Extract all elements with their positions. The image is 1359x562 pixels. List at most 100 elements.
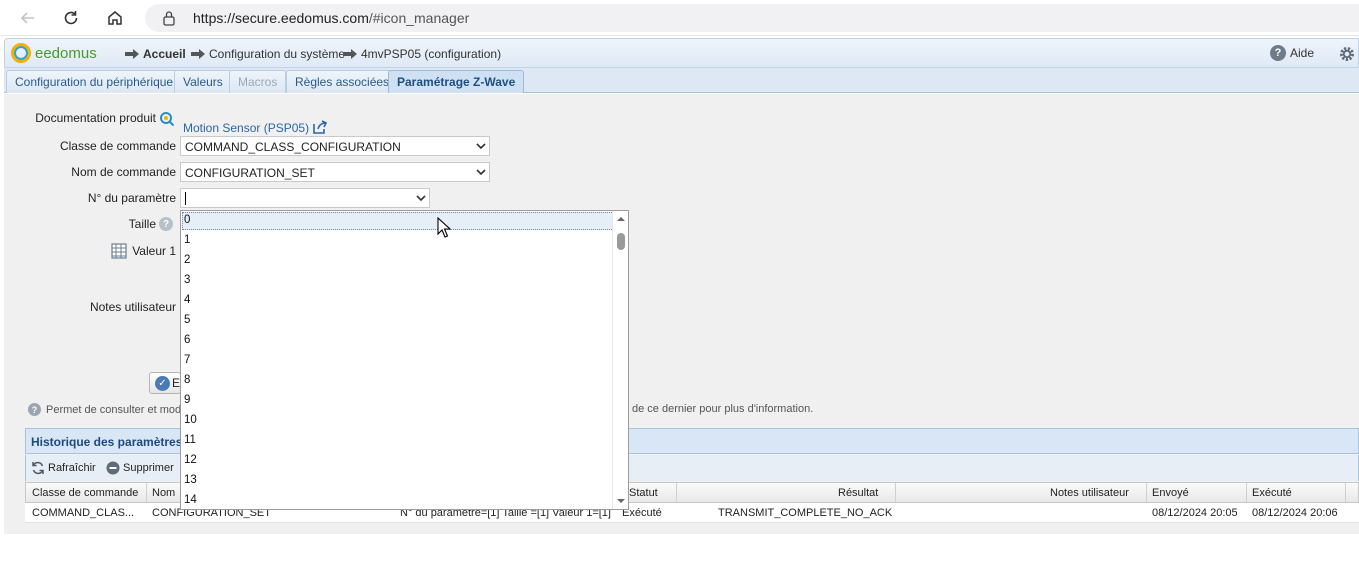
- cell-executed: 08/12/2024 20:06: [1252, 507, 1338, 519]
- arrow-right-icon: [191, 49, 205, 59]
- info-icon: ?: [28, 403, 41, 416]
- size-label: Taille: [128, 217, 156, 231]
- tab-values[interactable]: Valeurs: [174, 70, 232, 93]
- url-text: https://secure.eedomus.com/#icon_manager: [193, 10, 470, 26]
- column-header-executed[interactable]: Exécuté: [1252, 487, 1292, 499]
- scroll-up-icon[interactable]: [616, 216, 626, 222]
- dropdown-option[interactable]: 11: [184, 434, 196, 446]
- home-icon: [108, 11, 122, 25]
- column-header-sent[interactable]: Envoyé: [1152, 487, 1189, 499]
- scroll-down-icon[interactable]: [616, 498, 626, 504]
- dropdown-option[interactable]: 12: [184, 454, 197, 466]
- column-header-notes[interactable]: Notes utilisateur: [1050, 487, 1129, 499]
- check-icon: ✓: [155, 375, 170, 391]
- dropdown-option[interactable]: 5: [184, 314, 190, 326]
- info-text-end: de ce dernier pour plus d'information.: [632, 403, 814, 415]
- logo-ring-icon: [11, 43, 31, 63]
- save-button-label: E: [171, 376, 180, 390]
- column-separator: [146, 483, 147, 502]
- doc-product-link[interactable]: Motion Sensor (PSP05): [183, 120, 328, 135]
- dropdown-option[interactable]: 7: [184, 354, 190, 366]
- doc-label: Documentation produit: [35, 111, 156, 125]
- reload-icon: [64, 11, 78, 25]
- save-button[interactable]: ✓ E: [149, 372, 181, 394]
- dropdown-scrollbar[interactable]: [612, 211, 628, 509]
- column-separator: [1345, 483, 1346, 502]
- column-header-command-class[interactable]: Classe de commande: [32, 487, 138, 499]
- magnifier-icon[interactable]: [159, 111, 175, 127]
- command-name-label: Nom de commande: [71, 165, 176, 179]
- dropdown-option[interactable]: 13: [184, 474, 197, 486]
- tab-device-config[interactable]: Configuration du périphérique: [6, 70, 183, 93]
- scrollbar-thumb[interactable]: [617, 233, 625, 250]
- value1-label: Valeur 1: [132, 244, 176, 258]
- table-icon[interactable]: [111, 243, 127, 259]
- dropdown-option[interactable]: 1: [184, 234, 190, 246]
- dropdown-option[interactable]: 6: [184, 334, 190, 346]
- dropdown-option[interactable]: 9: [184, 394, 190, 406]
- cell-command-class: COMMAND_CLAS...: [32, 507, 135, 519]
- column-separator: [676, 483, 677, 502]
- address-bar[interactable]: https://secure.eedomus.com/#icon_manager: [145, 4, 1359, 32]
- column-separator: [1246, 483, 1247, 502]
- breadcrumb-system-config[interactable]: Configuration du système: [191, 47, 345, 61]
- delete-button[interactable]: Supprimer: [106, 461, 174, 475]
- help-link[interactable]: ? Aide: [1269, 45, 1314, 61]
- chevron-down-icon[interactable]: [473, 137, 489, 155]
- highlighted-option: [182, 212, 614, 230]
- command-name-value: CONFIGURATION_SET: [185, 166, 315, 180]
- column-header-status[interactable]: Statut: [629, 487, 658, 499]
- dropdown-option[interactable]: 2: [184, 254, 190, 266]
- gear-icon[interactable]: [1338, 45, 1356, 63]
- user-notes-label: Notes utilisateur: [89, 300, 176, 314]
- reload-button[interactable]: [58, 5, 84, 31]
- command-class-select[interactable]: COMMAND_CLASS_CONFIGURATION: [180, 136, 490, 156]
- param-number-label: N° du paramètre: [87, 191, 176, 205]
- help-icon: ?: [1269, 45, 1286, 61]
- info-text: ? Permet de consulter et mod: [28, 403, 181, 416]
- eedomus-logo[interactable]: eedomus: [11, 43, 97, 63]
- home-button[interactable]: [102, 5, 128, 31]
- tabs-bar: Configuration du périphérique Valeurs Ma…: [4, 68, 1359, 93]
- minus-circle-icon: [106, 461, 120, 475]
- command-class-label: Classe de commande: [59, 139, 176, 153]
- dropdown-option[interactable]: 4: [184, 294, 190, 306]
- tab-macros: Macros: [229, 70, 287, 93]
- arrow-right-icon: [125, 49, 139, 59]
- column-header-name[interactable]: Nom: [152, 487, 175, 499]
- dropdown-option[interactable]: 3: [184, 274, 190, 286]
- breadcrumb-device-config[interactable]: 4mvPSP05 (configuration): [343, 47, 501, 61]
- param-number-select[interactable]: [180, 188, 430, 208]
- chevron-down-icon[interactable]: [413, 189, 429, 207]
- tab-rules[interactable]: Règles associées: [286, 70, 399, 93]
- param-number-dropdown-list[interactable]: 0 1 2 3 4 5 6 7 8 9 10 11 12 13 14: [180, 210, 629, 510]
- column-separator: [1146, 483, 1147, 502]
- lock-icon: [163, 11, 175, 26]
- browser-toolbar: https://secure.eedomus.com/#icon_manager: [0, 0, 1359, 36]
- tab-zwave-settings[interactable]: Paramétrage Z-Wave: [388, 70, 525, 93]
- dropdown-option[interactable]: 8: [184, 374, 190, 386]
- text-caret: [185, 192, 186, 205]
- refresh-button[interactable]: Rafraîchir: [31, 461, 96, 475]
- refresh-icon: [32, 461, 44, 475]
- history-title: Historique des paramètres: [31, 435, 183, 449]
- back-arrow-icon: [20, 12, 34, 24]
- arrow-right-icon: [343, 49, 357, 59]
- column-separator: [895, 483, 896, 502]
- dropdown-option[interactable]: 0: [184, 214, 190, 226]
- command-class-value: COMMAND_CLASS_CONFIGURATION: [185, 140, 401, 154]
- breadcrumb-home[interactable]: Accueil: [125, 47, 186, 61]
- dropdown-option[interactable]: 14: [184, 494, 197, 506]
- help-label: Aide: [1289, 46, 1314, 60]
- external-link-icon: [313, 120, 328, 134]
- command-name-select[interactable]: CONFIGURATION_SET: [180, 162, 490, 182]
- chevron-down-icon[interactable]: [473, 163, 489, 181]
- logo-text: eedomus: [35, 44, 97, 62]
- size-help-icon[interactable]: ?: [159, 217, 173, 231]
- app-header: eedomus Accueil Configuration du système…: [4, 38, 1359, 68]
- mouse-pointer-icon: [437, 217, 451, 238]
- column-header-result[interactable]: Résultat: [838, 487, 878, 499]
- cell-result: TRANSMIT_COMPLETE_NO_ACK: [718, 507, 893, 519]
- dropdown-option[interactable]: 10: [184, 414, 197, 426]
- back-button[interactable]: [15, 5, 41, 31]
